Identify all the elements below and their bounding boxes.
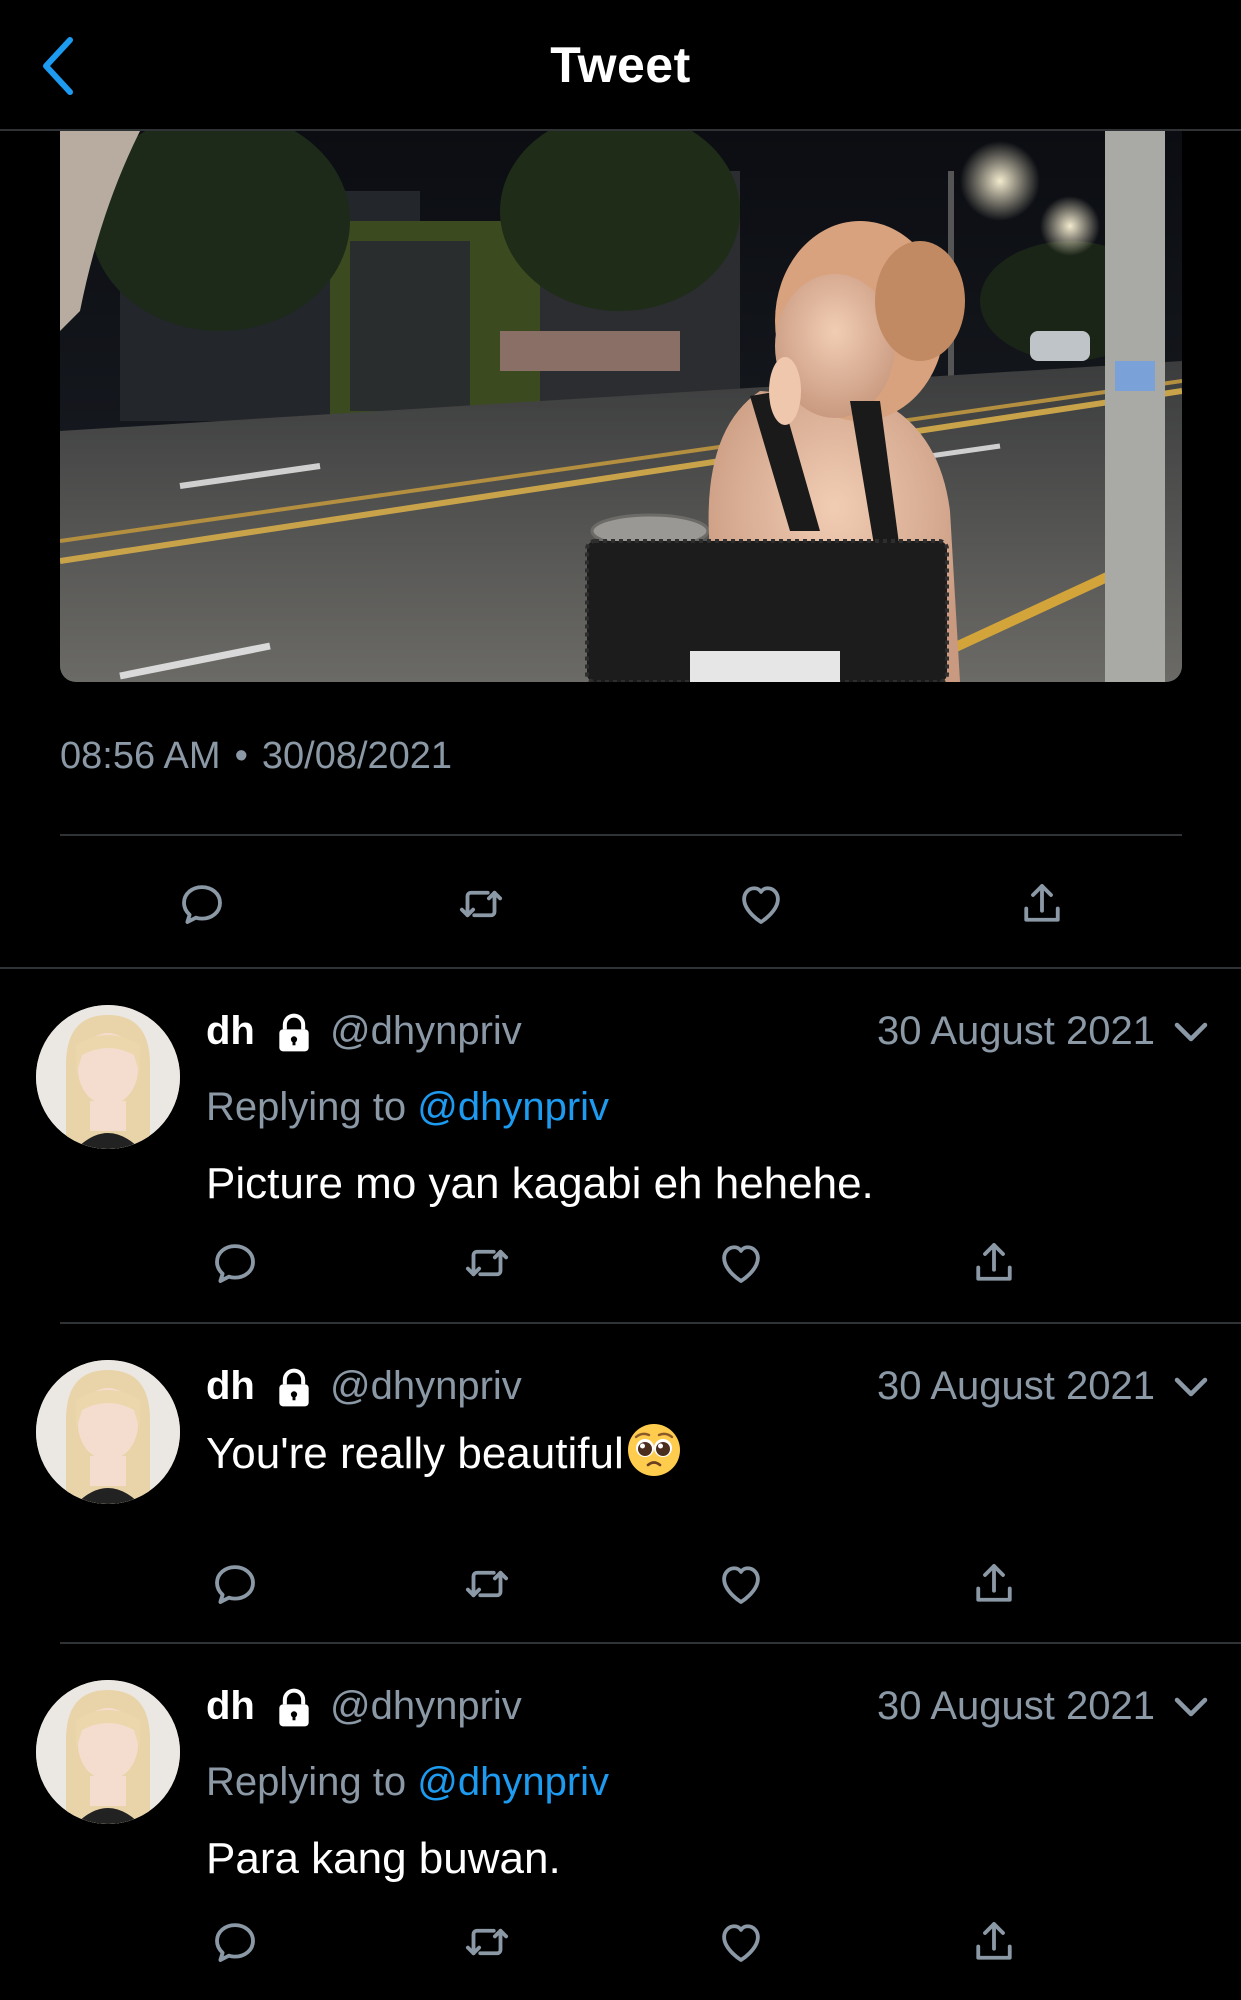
lock-icon <box>279 1688 309 1727</box>
reply-text-line: You're really beautiful <box>206 1422 682 1479</box>
reply-header: dh @dhynpriv 30 August 2021 <box>206 1364 1241 1414</box>
replying-to: Replying to @dhynpriv <box>206 1760 609 1805</box>
retweet-icon <box>465 1928 509 1956</box>
display-name[interactable]: dh <box>206 1364 255 1409</box>
timestamp-separator: • <box>234 735 248 777</box>
reply-text: You're really beautiful <box>206 1429 624 1478</box>
share-button[interactable] <box>966 1556 1022 1612</box>
tweet-action-bar <box>0 862 1241 942</box>
tweet-timestamp: 08:56 AM • 30/08/2021 <box>60 735 452 778</box>
reply-date: 30 August 2021 <box>876 1684 1155 1728</box>
retweet-button[interactable] <box>459 1235 515 1291</box>
display-name[interactable]: dh <box>206 1684 255 1729</box>
reply-icon <box>215 1923 255 1962</box>
reply-date: 30 August 2021 <box>876 1364 1155 1408</box>
like-button[interactable] <box>713 1235 769 1291</box>
reply-icon <box>215 1244 255 1283</box>
avatar-image <box>36 1680 180 1824</box>
avatar[interactable] <box>36 1005 180 1149</box>
reply-header: dh @dhynpriv 30 August 2021 <box>206 1009 1241 1059</box>
reply-button[interactable] <box>207 1235 263 1291</box>
retweet-icon <box>465 1249 509 1277</box>
like-button[interactable] <box>733 876 789 932</box>
reply-tweet[interactable]: dh @dhynpriv 30 August 2021 Replying to … <box>0 1644 1241 2000</box>
display-name[interactable]: dh <box>206 1009 255 1054</box>
reply-button[interactable] <box>207 1914 263 1970</box>
heart-icon <box>722 1924 760 1962</box>
tweet-photo[interactable] <box>60 131 1182 682</box>
avatar[interactable] <box>36 1680 180 1824</box>
tweet-photo-image <box>60 131 1182 682</box>
user-handle[interactable]: @dhynpriv <box>330 1009 522 1054</box>
reply-date: 30 August 2021 <box>876 1009 1155 1053</box>
tweet-time: 08:56 AM <box>60 735 221 777</box>
replying-to-prefix: Replying to <box>206 1760 407 1804</box>
share-button[interactable] <box>966 1235 1022 1291</box>
lock-icon <box>279 1013 309 1052</box>
replying-to-mention[interactable]: @dhynpriv <box>417 1760 609 1804</box>
chevron-down-icon[interactable] <box>1169 1015 1213 1051</box>
share-button[interactable] <box>966 1914 1022 1970</box>
share-icon <box>976 1564 1012 1602</box>
avatar[interactable] <box>36 1360 180 1504</box>
avatar-image <box>36 1360 180 1504</box>
replying-to-prefix: Replying to <box>206 1085 407 1129</box>
tweet-date: 30/08/2021 <box>261 735 453 777</box>
divider <box>60 834 1182 836</box>
avatar-image <box>36 1005 180 1149</box>
heart-icon <box>722 1245 760 1283</box>
reply-header: dh @dhynpriv 30 August 2021 <box>206 1684 1241 1734</box>
lock-icon <box>279 1368 309 1407</box>
replying-to: Replying to @dhynpriv <box>206 1085 609 1130</box>
reply-button[interactable] <box>174 876 230 932</box>
share-icon <box>1024 884 1060 922</box>
share-icon <box>976 1243 1012 1281</box>
share-button[interactable] <box>1014 876 1070 932</box>
reply-text: Para kang buwan. <box>206 1834 561 1883</box>
user-handle[interactable]: @dhynpriv <box>330 1684 522 1729</box>
retweet-button[interactable] <box>459 1914 515 1970</box>
reply-tweet[interactable]: dh @dhynpriv 30 August 2021 You're reall… <box>0 1324 1241 1642</box>
retweet-button[interactable] <box>453 876 509 932</box>
reply-icon <box>215 1565 255 1604</box>
page-title: Tweet <box>550 37 691 93</box>
reply-text: Picture mo yan kagabi eh hehehe. <box>206 1159 874 1208</box>
pleading-face-emoji <box>627 1424 680 1476</box>
retweet-icon <box>465 1570 509 1598</box>
heart-icon <box>722 1566 760 1604</box>
retweet-icon <box>459 890 503 918</box>
user-handle[interactable]: @dhynpriv <box>330 1364 522 1409</box>
reply-button[interactable] <box>207 1556 263 1612</box>
heart-icon <box>742 886 780 924</box>
top-nav-bar: Tweet <box>0 0 1241 131</box>
chevron-down-icon[interactable] <box>1169 1690 1213 1726</box>
like-button[interactable] <box>713 1556 769 1612</box>
retweet-button[interactable] <box>459 1556 515 1612</box>
replying-to-mention[interactable]: @dhynpriv <box>417 1085 609 1129</box>
reply-tweet[interactable]: dh @dhynpriv 30 August 2021 Replying to … <box>0 969 1241 1322</box>
share-icon <box>976 1922 1012 1960</box>
chevron-down-icon[interactable] <box>1169 1370 1213 1406</box>
reply-icon <box>182 885 222 924</box>
like-button[interactable] <box>713 1914 769 1970</box>
